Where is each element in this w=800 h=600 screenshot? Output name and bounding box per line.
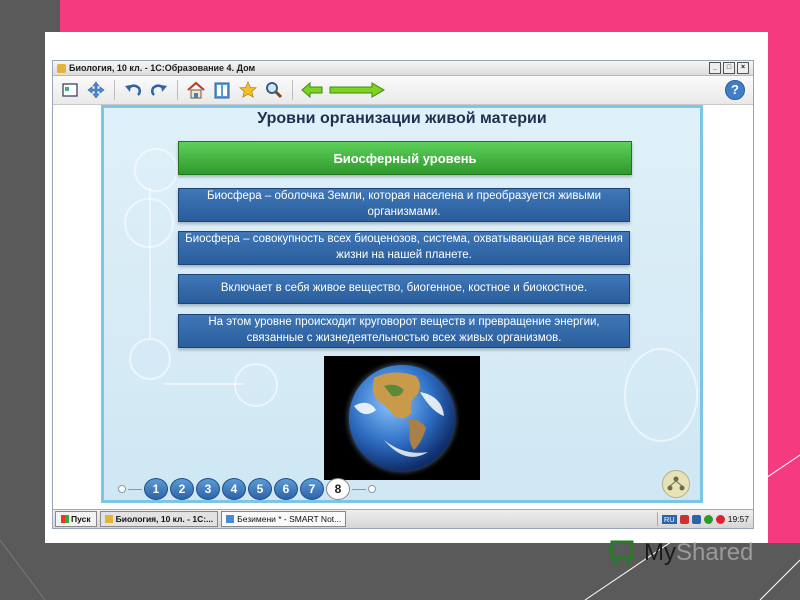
network-icon[interactable] (679, 514, 689, 524)
update-icon[interactable] (715, 514, 725, 524)
level-title-bar: Биосферный уровень (178, 141, 632, 175)
help-button[interactable]: ? (725, 80, 745, 100)
redo-icon[interactable] (148, 79, 170, 101)
background-decoration (164, 383, 244, 385)
lesson-content: Уровни организации живой материи Биосфер… (101, 105, 703, 503)
page-button-6[interactable]: 6 (274, 478, 298, 500)
book-icon[interactable] (211, 79, 233, 101)
statement-box: Биосфера – совокупность всех биоценозов,… (178, 231, 630, 265)
toolbar-separator (292, 80, 293, 100)
clock: 19:57 (727, 514, 749, 524)
myshared-watermark: MyShared (606, 538, 753, 568)
back-arrow-icon[interactable] (300, 79, 324, 101)
toolbar-separator (177, 80, 178, 100)
home-icon[interactable] (185, 79, 207, 101)
undo-icon[interactable] (122, 79, 144, 101)
antivirus-icon[interactable] (703, 514, 713, 524)
slide-heading: Уровни организации живой материи (257, 110, 547, 127)
app-icon (57, 63, 66, 73)
pager-line (128, 488, 142, 490)
close-button[interactable]: × (737, 62, 749, 74)
watermark-text-light: Shared (676, 539, 754, 566)
page-button-8[interactable]: 8 (326, 478, 350, 500)
page-button-1[interactable]: 1 (144, 478, 168, 500)
maximize-button[interactable]: □ (723, 62, 735, 74)
fullscreen-icon[interactable] (59, 79, 81, 101)
move-icon[interactable] (85, 79, 107, 101)
pager-line (352, 488, 366, 490)
app-window: Биология, 10 кл. - 1С:Образование 4. Дом… (52, 60, 754, 529)
statement-box: Включает в себя живое вещество, биогенно… (178, 274, 630, 304)
taskbar-item[interactable]: Биология, 10 кл. - 1С:... (99, 511, 219, 527)
start-label: Пуск (71, 514, 91, 524)
statement-box: На этом уровне происходит круговорот вещ… (178, 314, 630, 348)
page-button-5[interactable]: 5 (248, 478, 272, 500)
page-button-7[interactable]: 7 (300, 478, 324, 500)
windows-logo-icon (61, 515, 69, 523)
taskbar-item-label: Безимени * - SMART Not... (237, 514, 342, 524)
pager-start-dot (118, 485, 126, 493)
background-decoration (624, 348, 698, 442)
structure-map-button[interactable] (662, 470, 690, 498)
page-button-2[interactable]: 2 (170, 478, 194, 500)
background-decoration (129, 338, 171, 380)
star-icon[interactable] (237, 79, 259, 101)
background-decoration (234, 363, 278, 407)
earth-globe-icon (342, 358, 462, 478)
notebook-icon (226, 515, 235, 523)
language-indicator[interactable]: RU (661, 514, 677, 524)
title-bar: Биология, 10 кл. - 1С:Образование 4. Дом… (53, 61, 753, 76)
window-title: Биология, 10 кл. - 1С:Образование 4. Дом (69, 63, 256, 73)
taskbar: Пуск Биология, 10 кл. - 1С:... Безимени … (53, 509, 753, 528)
app-icon (104, 515, 113, 523)
taskbar-item[interactable]: Безимени * - SMART Not... (221, 511, 347, 527)
toolbar: ? (53, 76, 753, 105)
toolbar-separator (114, 80, 115, 100)
statement-box: Биосфера – оболочка Земли, которая насел… (178, 188, 630, 222)
background-decoration (149, 188, 151, 338)
hierarchy-icon (667, 476, 685, 491)
start-button[interactable]: Пуск (55, 511, 97, 527)
system-tray: RU 19:57 (656, 512, 753, 526)
forward-arrow-icon[interactable] (328, 79, 386, 101)
watermark-text-dark: My (644, 539, 676, 566)
pager-end-dot (368, 485, 376, 493)
myshared-logo-icon (608, 540, 634, 566)
taskbar-item-label: Биология, 10 кл. - 1С:... (115, 514, 214, 524)
volume-icon[interactable] (691, 514, 701, 524)
search-icon[interactable] (263, 79, 285, 101)
page-button-4[interactable]: 4 (222, 478, 246, 500)
page-button-3[interactable]: 3 (196, 478, 220, 500)
page-navigator: 1 2 3 4 5 6 7 8 (118, 478, 376, 500)
minimize-button[interactable]: _ (709, 62, 721, 74)
earth-image (324, 356, 480, 480)
background-decoration (134, 148, 178, 192)
